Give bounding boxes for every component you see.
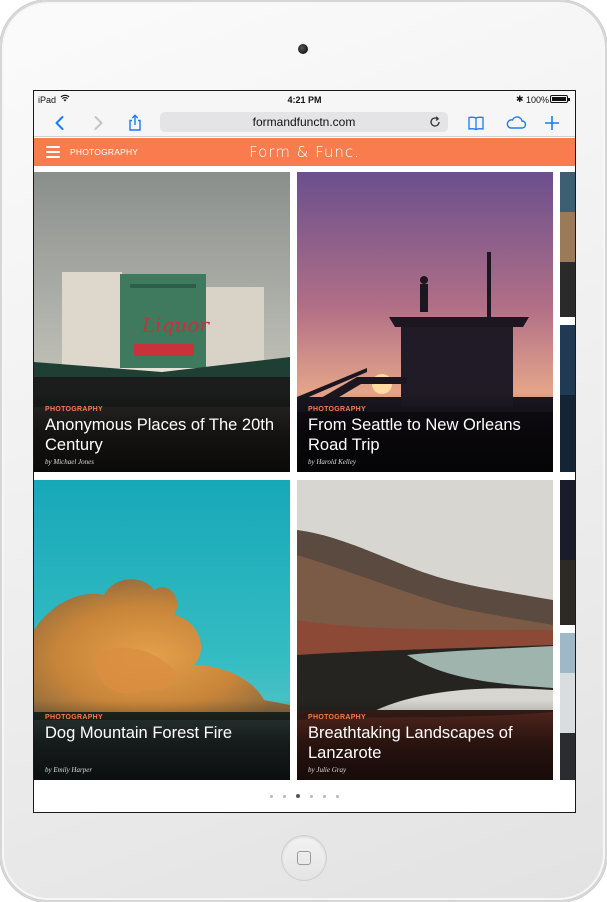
article-card-peek[interactable]: [560, 172, 575, 317]
article-byline: by Michael Jones: [45, 458, 94, 466]
status-bar: iPad 4:21 PM ✱ 100%: [34, 91, 575, 109]
page-dot[interactable]: [323, 795, 326, 798]
back-button[interactable]: [48, 112, 72, 134]
article-category[interactable]: PHOTOGRAPHY: [308, 406, 366, 413]
article-byline: by Julie Gray: [308, 766, 347, 774]
article-card[interactable]: PHOTOGRAPHY From Seattle to New Orleans …: [297, 172, 553, 472]
article-card-peek[interactable]: [560, 633, 575, 780]
article-byline: by Emily Harper: [45, 766, 93, 774]
battery-percent: 100%: [526, 95, 550, 105]
article-category[interactable]: PHOTOGRAPHY: [45, 714, 103, 721]
battery-icon: [550, 95, 570, 103]
ipad-frame: iPad 4:21 PM ✱ 100% formandfunctn.com PH…: [0, 0, 607, 902]
home-button[interactable]: [282, 836, 326, 880]
new-tab-button[interactable]: [540, 112, 564, 134]
article-card-peek[interactable]: [560, 480, 575, 625]
page-dot[interactable]: [296, 794, 300, 798]
page-dot[interactable]: [336, 795, 339, 798]
screen: iPad 4:21 PM ✱ 100% formandfunctn.com PH…: [34, 91, 575, 812]
article-image: [560, 325, 575, 472]
article-image: [560, 633, 575, 780]
status-time: 4:21 PM: [287, 95, 322, 105]
article-card[interactable]: PHOTOGRAPHY Breathtaking Landscapes of L…: [297, 480, 553, 780]
article-image: [560, 480, 575, 625]
home-icon: [297, 851, 311, 865]
page-dot[interactable]: [270, 795, 273, 798]
article-title[interactable]: Breathtaking Landscapes of Lanzarote: [308, 723, 547, 763]
article-category[interactable]: PHOTOGRAPHY: [308, 714, 366, 721]
article-grid: Liquor PHOTOGRAPHY Anonymous Places of T…: [34, 172, 575, 792]
article-card[interactable]: Liquor PHOTOGRAPHY Anonymous Places of T…: [34, 172, 290, 472]
article-image: [560, 172, 575, 317]
cloud-tabs-icon: [506, 116, 527, 129]
article-card-peek[interactable]: [560, 325, 575, 472]
page-indicator: [34, 794, 575, 798]
site-header: PHOTOGRAPHY Form & Func.: [34, 138, 575, 166]
article-category[interactable]: PHOTOGRAPHY: [45, 406, 103, 413]
page-dot[interactable]: [283, 795, 286, 798]
page-dot[interactable]: [310, 795, 313, 798]
bluetooth-icon: ✱: [516, 94, 524, 104]
article-title[interactable]: Anonymous Places of The 20th Century: [45, 415, 284, 455]
article-title[interactable]: From Seattle to New Orleans Road Trip: [308, 415, 547, 455]
article-title[interactable]: Dog Mountain Forest Fire: [45, 723, 284, 743]
bookmarks-icon: [468, 116, 484, 131]
new-tab-icon: [545, 116, 559, 130]
svg-text:Liquor: Liquor: [141, 313, 210, 337]
reload-icon[interactable]: [428, 115, 442, 129]
article-byline: by Harold Kelley: [308, 458, 356, 466]
forward-icon: [94, 116, 103, 130]
cloud-tabs-button[interactable]: [502, 112, 530, 134]
url-text: formandfunctn.com: [252, 115, 356, 129]
address-bar[interactable]: formandfunctn.com: [160, 112, 448, 132]
camera: [298, 44, 308, 54]
back-icon: [55, 116, 64, 130]
browser-toolbar: formandfunctn.com: [34, 109, 575, 137]
article-card[interactable]: PHOTOGRAPHY Dog Mountain Forest Fire by …: [34, 480, 290, 780]
share-icon: [129, 114, 141, 131]
forward-button[interactable]: [86, 112, 110, 134]
site-logo[interactable]: Form & Func.: [34, 143, 575, 161]
bookmarks-button[interactable]: [464, 112, 488, 134]
share-button[interactable]: [123, 112, 147, 134]
